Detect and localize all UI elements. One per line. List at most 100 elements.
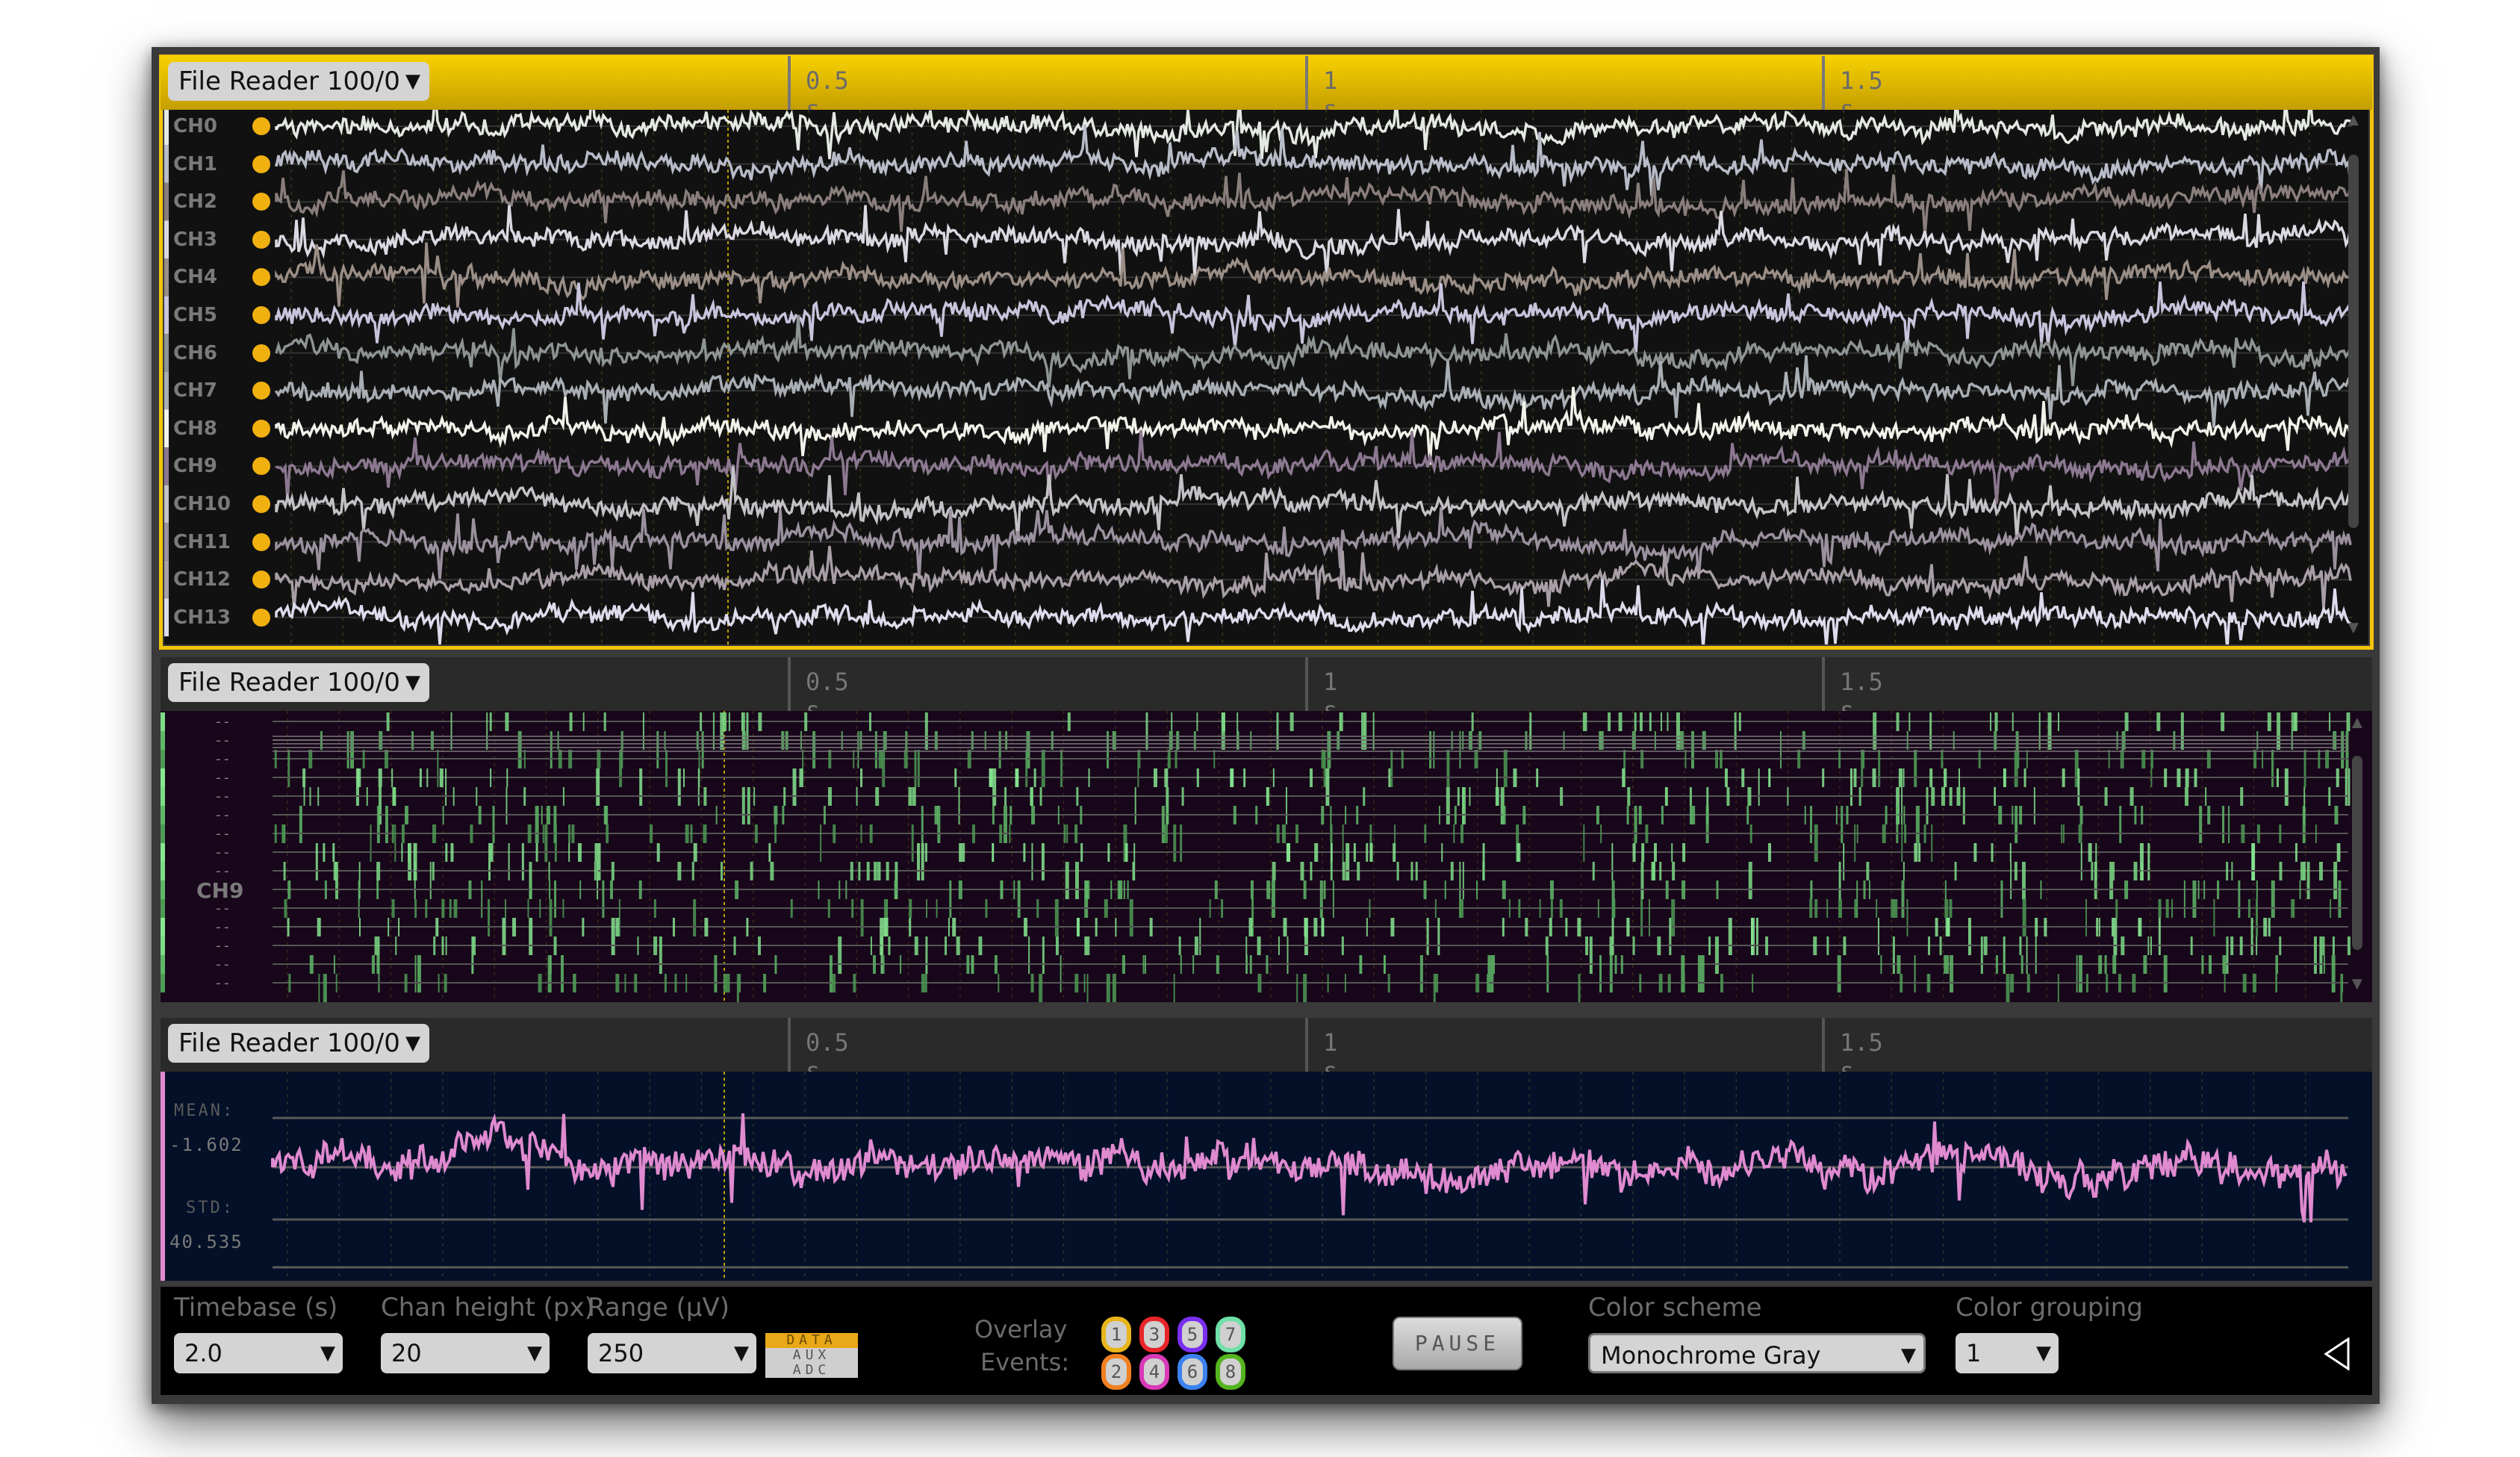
channel-enable-dot[interactable] bbox=[252, 155, 270, 173]
color-scheme-select[interactable]: Monochrome Gray ▼ bbox=[1588, 1333, 1926, 1373]
channel-label[interactable]: CH12 bbox=[173, 568, 231, 591]
triangle-left-icon[interactable] bbox=[2323, 1337, 2350, 1374]
spike-mark bbox=[1084, 936, 1087, 955]
spike-mark bbox=[2015, 806, 2018, 843]
event-channel-6-toggle[interactable]: 6 bbox=[1177, 1354, 1207, 1390]
time-tick: 0.5 s bbox=[788, 657, 849, 724]
channel-label[interactable]: CH13 bbox=[173, 606, 231, 629]
spike-mark bbox=[2124, 712, 2129, 731]
single-channel-area[interactable]: MEAN: -1.602 STD: 40.535 bbox=[161, 1072, 2372, 1281]
range-type-adc-button[interactable]: ADC bbox=[765, 1363, 858, 1378]
range-select[interactable]: 250 ▼ bbox=[588, 1333, 756, 1373]
event-channel-4-toggle[interactable]: 4 bbox=[1139, 1354, 1169, 1390]
channel-color-strip bbox=[164, 220, 169, 259]
spike-mark bbox=[1522, 806, 1526, 824]
row-color-strip bbox=[161, 712, 165, 731]
channel-enable-dot[interactable] bbox=[252, 306, 270, 324]
channel-label[interactable]: CH10 bbox=[173, 493, 231, 515]
chan-height-select[interactable]: 20 ▼ bbox=[381, 1333, 550, 1373]
range-type-aux-button[interactable]: AUX bbox=[765, 1348, 858, 1363]
spike-mark bbox=[1826, 936, 1829, 955]
scroll-down-icon[interactable]: ▼ bbox=[2345, 618, 2362, 639]
channel-enable-dot[interactable] bbox=[252, 193, 270, 211]
spike-mark bbox=[597, 750, 601, 768]
scrollbar[interactable] bbox=[2348, 155, 2359, 528]
scroll-up-icon[interactable]: ▲ bbox=[2345, 110, 2362, 131]
channel-label[interactable]: CH0 bbox=[173, 115, 217, 137]
channel-label[interactable]: CH8 bbox=[173, 417, 217, 440]
spike-mark bbox=[615, 918, 620, 936]
spike-mark bbox=[1255, 806, 1258, 824]
channel-label[interactable]: CH5 bbox=[173, 304, 217, 326]
channel-enable-dot[interactable] bbox=[252, 117, 270, 135]
channel-enable-dot[interactable] bbox=[252, 382, 270, 400]
spike-mark bbox=[850, 862, 852, 880]
scroll-down-icon[interactable]: ▼ bbox=[2348, 974, 2366, 995]
display-panel-2[interactable]: File Reader 100/0 ▼ 0.5 s 1 s 1.5 s -- --… bbox=[161, 657, 2372, 1004]
source-dropdown[interactable]: File Reader 100/0 ▼ bbox=[168, 62, 429, 101]
channel-label[interactable]: CH2 bbox=[173, 190, 217, 213]
spike-mark bbox=[1300, 862, 1304, 880]
spike-mark bbox=[1665, 787, 1667, 806]
channel-label[interactable]: CH1 bbox=[173, 153, 217, 175]
row-marker: -- bbox=[214, 901, 231, 916]
spike-mark bbox=[1424, 824, 1427, 843]
spike-mark bbox=[1083, 974, 1086, 992]
channel-enable-dot[interactable] bbox=[252, 344, 270, 362]
display-panel-1[interactable]: File Reader 100/0 ▼ 0.5 s 1 s 1.5 s CH0 C… bbox=[159, 55, 2374, 650]
scroll-up-icon[interactable]: ▲ bbox=[2348, 712, 2366, 733]
spike-mark bbox=[1838, 899, 1843, 918]
timebase-select[interactable]: 2.0 ▼ bbox=[174, 1333, 343, 1373]
channel-enable-dot[interactable] bbox=[252, 230, 270, 249]
spike-mark bbox=[925, 936, 928, 974]
scrollbar[interactable] bbox=[2352, 756, 2362, 950]
spike-mark bbox=[395, 936, 397, 955]
event-channel-2-toggle[interactable]: 2 bbox=[1101, 1354, 1131, 1390]
event-channel-5-toggle[interactable]: 5 bbox=[1177, 1317, 1207, 1352]
source-dropdown[interactable]: File Reader 100/0 ▼ bbox=[168, 663, 429, 702]
event-channel-8-toggle[interactable]: 8 bbox=[1216, 1354, 1245, 1390]
spike-mark bbox=[962, 843, 965, 862]
channel-enable-dot[interactable] bbox=[252, 419, 270, 438]
spike-mark bbox=[1023, 918, 1027, 936]
spike-mark bbox=[2085, 899, 2088, 936]
std-label: STD: bbox=[186, 1199, 234, 1217]
channel-label[interactable]: CH11 bbox=[173, 531, 231, 553]
spike-mark bbox=[1854, 824, 1856, 862]
spike-mark bbox=[1626, 806, 1629, 824]
spike-mark bbox=[1112, 974, 1116, 1002]
channel-enable-dot[interactable] bbox=[252, 571, 270, 589]
spike-mark bbox=[2319, 936, 2323, 974]
trace-area[interactable]: CH0 CH1 CH2 CH3 CH4 CH5 CH6 CH7 CH8 CH9 CH10 CH11 CH… bbox=[164, 110, 2368, 644]
event-channel-3-toggle[interactable]: 3 bbox=[1139, 1317, 1169, 1352]
channel-label[interactable]: CH4 bbox=[173, 266, 217, 288]
spike-mark bbox=[2279, 862, 2283, 880]
range-type-data-button[interactable]: DATA bbox=[765, 1333, 858, 1348]
channel-label[interactable]: CH9 bbox=[173, 455, 217, 477]
channel-enable-dot[interactable] bbox=[252, 532, 270, 551]
event-channel-1-toggle[interactable]: 1 bbox=[1101, 1317, 1131, 1352]
spike-mark bbox=[611, 918, 615, 955]
channel-enable-dot[interactable] bbox=[252, 495, 270, 513]
pause-button[interactable]: PAUSE bbox=[1393, 1317, 1522, 1370]
spike-mark bbox=[1901, 880, 1905, 918]
channel-label[interactable]: CH3 bbox=[173, 229, 217, 251]
color-grouping-select[interactable]: 1 ▼ bbox=[1956, 1333, 2059, 1373]
channel-label[interactable]: CH7 bbox=[173, 379, 217, 402]
event-channel-7-toggle[interactable]: 7 bbox=[1216, 1317, 1245, 1352]
raster-area[interactable]: -- -- -- -- -- -- -- -- -- -- -- -- -- -- CH9 ▲ ▼ bbox=[161, 711, 2372, 1002]
spike-mark bbox=[1121, 955, 1125, 974]
spike-mark bbox=[2295, 843, 2297, 862]
spike-mark bbox=[284, 899, 287, 918]
source-dropdown[interactable]: File Reader 100/0 ▼ bbox=[168, 1024, 429, 1063]
channel-label[interactable]: CH6 bbox=[173, 342, 217, 364]
spike-mark bbox=[1649, 712, 1652, 731]
spike-mark bbox=[408, 843, 410, 862]
spike-mark bbox=[2021, 862, 2026, 899]
spike-mark bbox=[883, 918, 887, 936]
channel-color-strip bbox=[164, 334, 169, 372]
channel-enable-dot[interactable] bbox=[252, 608, 270, 627]
spike-mark bbox=[978, 936, 983, 955]
display-panel-3[interactable]: File Reader 100/0 ▼ 0.5 s 1 s 1.5 s MEAN… bbox=[161, 1018, 2372, 1283]
spike-mark bbox=[924, 974, 927, 992]
